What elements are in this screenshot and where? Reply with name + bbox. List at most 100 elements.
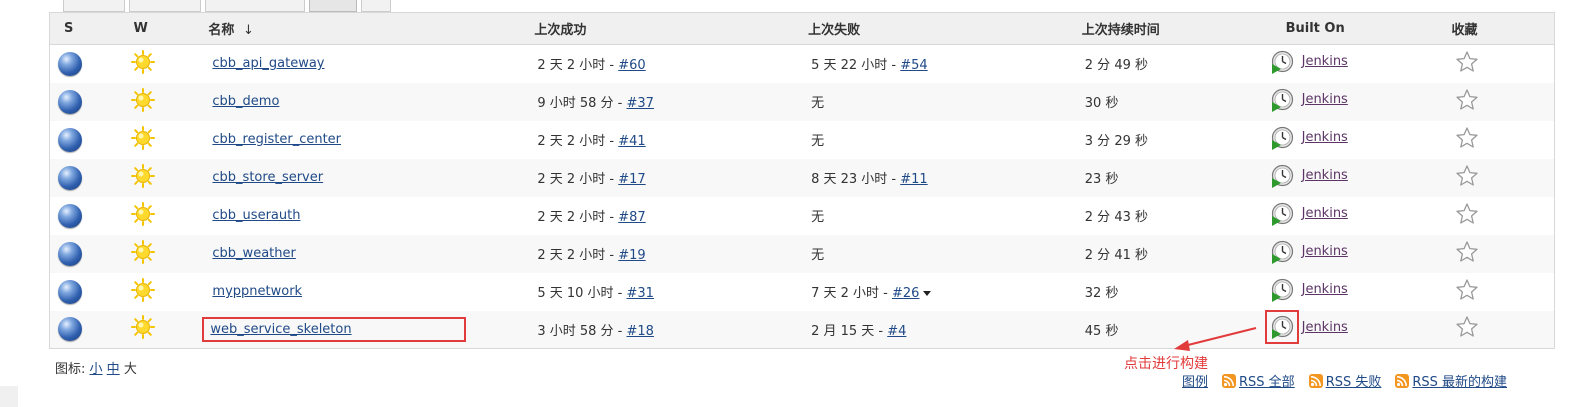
last-duration: 2 分 41 秒 [1084, 248, 1148, 263]
header-last-success[interactable]: 上次成功 [515, 12, 790, 45]
status-ball-icon [58, 279, 82, 304]
last-duration: 30 秒 [1084, 96, 1119, 111]
status-ball-icon [58, 127, 82, 152]
header-built-on[interactable]: Built On [1242, 12, 1409, 45]
rss-latest[interactable]: RSS 最新的构建 [1395, 371, 1507, 390]
last-success-build-link[interactable]: #31 [627, 286, 654, 301]
job-name-link[interactable]: myppnetwork [212, 284, 302, 299]
weather-sunny-icon [130, 314, 156, 344]
schedule-build-icon[interactable] [1270, 240, 1294, 264]
table-header-row: S W 名称 ↓ 上次成功 上次失败 上次持续时间 Built On 收藏 [49, 12, 1555, 45]
job-name-link[interactable]: cbb_store_server [212, 170, 323, 185]
header-last-failure[interactable]: 上次失败 [789, 12, 1063, 45]
rss-icon [1222, 373, 1237, 388]
schedule-build-icon[interactable] [1270, 278, 1294, 302]
last-failure-text: 无 [811, 210, 825, 225]
built-on-link[interactable]: Jenkins [1302, 168, 1348, 183]
weather-sunny-icon [130, 201, 156, 231]
last-duration: 45 秒 [1084, 323, 1119, 339]
favorite-star-icon[interactable] [1455, 278, 1479, 306]
job-name-link[interactable]: cbb_weather [212, 246, 295, 261]
built-on-link[interactable]: Jenkins [1302, 282, 1348, 297]
last-success-build-link[interactable]: #60 [618, 58, 645, 73]
table-row: cbb_register_center 2 天 2 小时 - #41 无 3 分 29… [49, 120, 1555, 159]
last-failure-build-link[interactable]: #11 [900, 172, 927, 187]
rss-all-link[interactable]: RSS 全部 [1239, 371, 1295, 390]
job-name-link[interactable]: web_service_skeleton [210, 322, 351, 337]
status-ball-icon [58, 317, 82, 342]
icon-size-medium[interactable]: 中 [107, 362, 120, 377]
rss-all[interactable]: RSS 全部 [1222, 371, 1295, 390]
last-duration: 2 分 43 秒 [1084, 210, 1148, 225]
last-success-build-link[interactable]: #87 [618, 210, 645, 225]
favorite-star-icon[interactable] [1455, 88, 1479, 116]
job-name-cell: cbb_register_center [212, 132, 341, 147]
legend-link[interactable]: 图例 [1182, 371, 1208, 390]
status-ball-icon [58, 203, 82, 228]
last-failure-build-link[interactable]: #26 [892, 286, 919, 301]
icon-size-large: 大 [123, 362, 137, 377]
last-success-text: 2 天 2 小时 - [537, 58, 619, 74]
schedule-build-icon[interactable] [1270, 126, 1294, 150]
built-on-link[interactable]: Jenkins [1302, 320, 1348, 335]
job-name-link[interactable]: cbb_userauth [212, 208, 300, 223]
view-tab-add[interactable] [361, 0, 391, 12]
icon-size-small[interactable]: 小 [90, 362, 103, 377]
header-last-duration[interactable]: 上次持续时间 [1062, 12, 1243, 45]
job-name-link[interactable]: cbb_demo [212, 94, 279, 109]
last-duration: 3 分 29 秒 [1084, 134, 1148, 149]
last-failure-build-link[interactable]: #54 [900, 58, 927, 73]
rss-failed-link[interactable]: RSS 失败 [1326, 371, 1382, 390]
last-failure-text: 7 天 2 小时 - [811, 286, 892, 301]
weather-sunny-icon [130, 277, 156, 307]
schedule-build-icon[interactable] [1270, 202, 1294, 226]
job-name-link[interactable]: cbb_register_center [212, 132, 341, 147]
favorite-star-icon[interactable] [1455, 240, 1479, 268]
status-ball-icon [58, 89, 82, 114]
last-failure-text: 无 [811, 96, 825, 111]
table-row: cbb_weather 2 天 2 小时 - #19 无 2 分 41 秒 Jenkin… [49, 234, 1555, 273]
favorite-star-icon[interactable] [1455, 126, 1479, 154]
favorite-star-icon[interactable] [1455, 50, 1479, 78]
last-success-build-link[interactable]: #17 [618, 172, 645, 187]
job-name-cell: cbb_store_server [212, 170, 323, 185]
schedule-build-icon[interactable] [1270, 164, 1294, 188]
last-success-build-link[interactable]: #19 [618, 248, 645, 263]
last-duration: 2 分 49 秒 [1084, 58, 1148, 74]
rss-failed[interactable]: RSS 失败 [1308, 371, 1382, 390]
header-status[interactable]: S [49, 12, 116, 45]
schedule-build-icon[interactable] [1270, 50, 1294, 74]
last-failure-build-link[interactable]: #4 [887, 324, 906, 339]
built-on-link[interactable]: Jenkins [1302, 206, 1348, 221]
job-name-link[interactable]: cbb_api_gateway [212, 56, 324, 71]
table-row: cbb_api_gateway 2 天 2 小时 - #60 5 天 22 小时 -… [49, 44, 1555, 83]
view-tab[interactable] [205, 0, 305, 12]
chevron-down-icon[interactable] [923, 291, 932, 296]
last-success-text: 3 小时 58 分 - [537, 323, 627, 339]
weather-sunny-icon [130, 163, 156, 193]
view-tab[interactable] [63, 0, 125, 12]
view-tab[interactable] [129, 0, 201, 12]
last-success-build-link[interactable]: #41 [618, 134, 645, 149]
last-failure-text: 5 天 22 小时 - [811, 58, 901, 74]
build-annotation: 点击进行构建 [1124, 356, 1208, 372]
header-name[interactable]: 名称 ↓ [189, 12, 516, 45]
header-favorite[interactable]: 收藏 [1408, 12, 1555, 45]
view-tab-active[interactable] [309, 0, 357, 12]
header-weather[interactable]: W [115, 12, 190, 45]
last-success-build-link[interactable]: #18 [627, 324, 654, 339]
status-ball-icon [58, 241, 82, 266]
favorite-star-icon[interactable] [1455, 315, 1479, 343]
rss-latest-link[interactable]: RSS 最新的构建 [1412, 371, 1507, 390]
favorite-star-icon[interactable] [1455, 164, 1479, 192]
last-success-build-link[interactable]: #37 [627, 96, 654, 111]
schedule-build-icon[interactable] [1264, 310, 1299, 345]
favorite-star-icon[interactable] [1455, 202, 1479, 230]
built-on-link[interactable]: Jenkins [1302, 54, 1348, 69]
built-on-link[interactable]: Jenkins [1302, 244, 1348, 259]
job-name-cell: web_service_skeleton [202, 316, 466, 342]
last-failure-text: 无 [811, 134, 825, 149]
built-on-link[interactable]: Jenkins [1302, 130, 1348, 145]
built-on-link[interactable]: Jenkins [1302, 92, 1348, 107]
schedule-build-icon[interactable] [1270, 88, 1294, 112]
